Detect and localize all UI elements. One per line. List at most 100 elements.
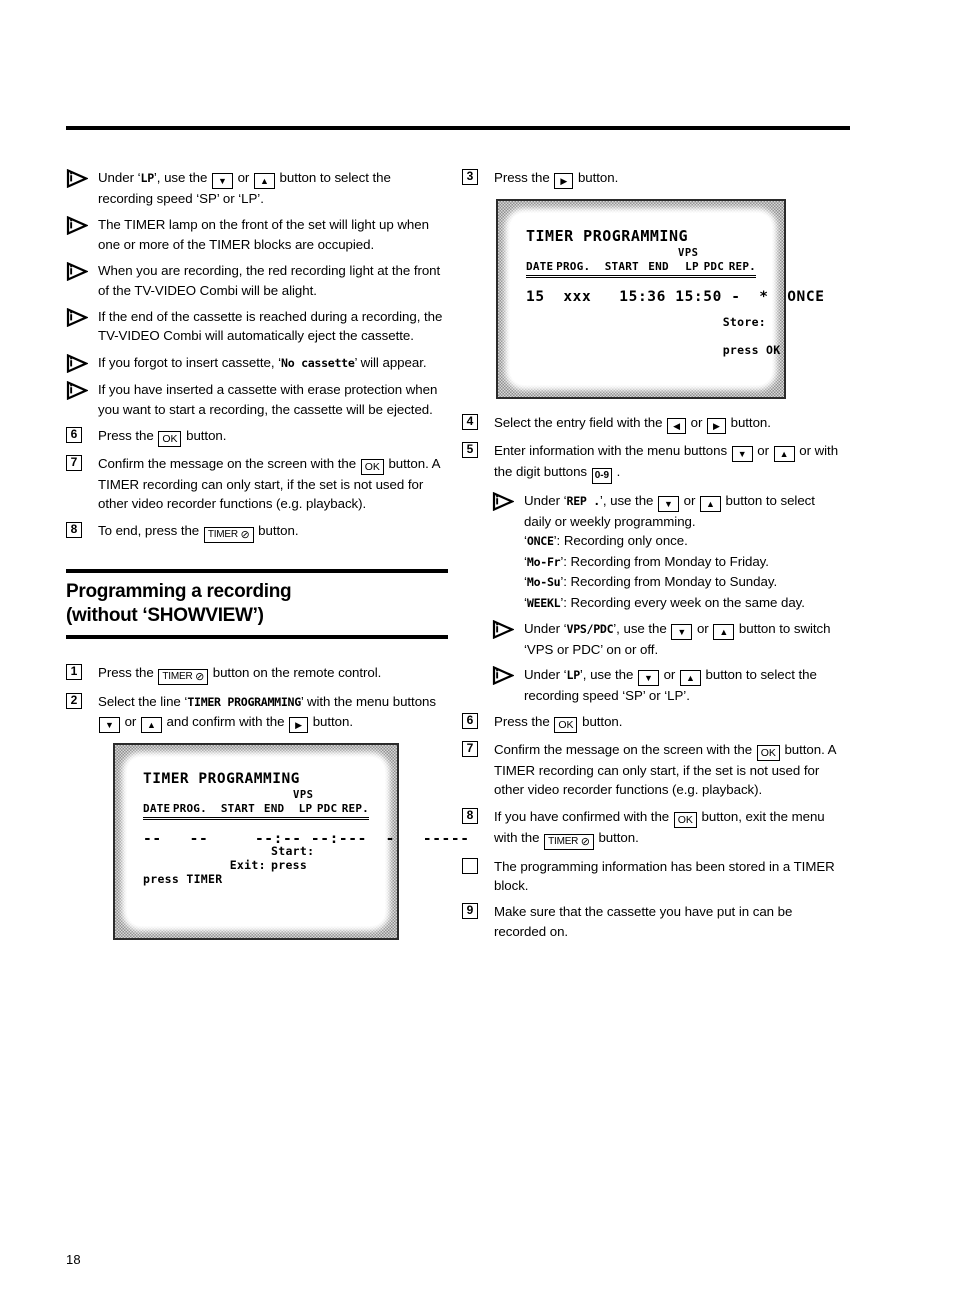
osd-term: Mo-Su [526, 575, 561, 590]
osd-title: TIMER PROGRAMMING [143, 771, 300, 788]
info-bullet-icon [66, 307, 98, 328]
key-up-icon[interactable]: ▲ [699, 496, 721, 512]
step-number-badge: 8 [66, 521, 82, 538]
key-down-icon[interactable]: ▼ [638, 670, 659, 687]
section-heading-block: Programming a recording (without ‘SHOWVI… [66, 568, 448, 639]
page-title: Programming a recording (without ‘SHOWVI… [66, 573, 448, 635]
osd-term: ONCE [526, 534, 554, 549]
key-down-icon[interactable]: ▼ [658, 496, 679, 512]
right-column: 3 Press the ▶ button. TIMER PROGRAMMING V… [462, 168, 844, 948]
left-column: Under ‘LP’, use the ▼ or ▲ button to sel… [66, 168, 469, 941]
osd-footer: Store: press OK [636, 301, 780, 371]
info-arrow-glyph [492, 666, 514, 686]
step-text: If you have confirmed with the OK button… [494, 808, 825, 850]
key-up-icon[interactable]: ▲ [679, 670, 701, 687]
key-ok-icon[interactable]: OK [554, 716, 578, 733]
note-item: Under ‘LP’, use the ▼ or ▲ button to sel… [66, 168, 448, 208]
key-digits-icon[interactable]: 0-9 [591, 468, 612, 484]
key-right-icon[interactable]: ▶ [554, 173, 574, 189]
step-number-badge: 7 [462, 740, 478, 757]
right-steps-list: 4 Select the entry field with the ◀ or ▶ … [462, 413, 844, 941]
step-item: 6 Press the OK button. [462, 712, 844, 733]
osd-term: LP [566, 668, 581, 683]
step-item: 4 Select the entry field with the ◀ or ▶ … [462, 413, 844, 434]
key-timer-icon[interactable]: TIMER ⊘ [203, 526, 254, 543]
page-top-rule [66, 126, 850, 130]
osd-figure-filled-timer-list: TIMER PROGRAMMING VPS DATE PROG. START E… [496, 199, 824, 399]
step-number-5: 5 [462, 441, 494, 458]
key-timer-icon[interactable]: TIMER ⊘ [158, 668, 209, 685]
step-number-8: 8 [462, 807, 494, 824]
key-ok-icon[interactable]: OK [673, 811, 697, 828]
key-ok-icon[interactable]: OK [756, 744, 780, 761]
osd-col-date: DATE [526, 260, 554, 273]
osd-figure-empty-timer-list: TIMER PROGRAMMING VPS DATE PROG. START E… [113, 743, 469, 941]
key-ok-icon[interactable]: OK [360, 459, 384, 476]
key-right-icon[interactable]: ▶ [289, 717, 309, 734]
key-ok-icon[interactable]: OK [158, 431, 182, 448]
osd-col-date: DATE [143, 802, 171, 816]
info-arrow-glyph [66, 353, 88, 373]
info-bullet-icon [66, 261, 98, 282]
osd-screen: TIMER PROGRAMMING VPS DATE PROG. START E… [510, 213, 824, 385]
note-item: Under ‘VPS/PDC’, use the ▼ or ▲ button t… [462, 619, 844, 659]
info-arrow-glyph [492, 620, 514, 640]
osd-col-end: END [263, 802, 285, 816]
step-number-2: 2 [66, 692, 98, 709]
note-item: If you have inserted a cassette with era… [66, 380, 448, 419]
key-timer-icon[interactable]: TIMER ⊘ [544, 833, 594, 850]
step-item: 3 Press the ▶ button. [462, 168, 844, 189]
osd-vps-label: VPS [293, 789, 314, 802]
key-down-icon[interactable]: ▼ [99, 717, 120, 734]
tv-bezel-inner: TIMER PROGRAMMING VPS DATE PROG. START E… [510, 213, 824, 385]
osd-footer-store-line1: Store: [722, 315, 767, 329]
step-text: Under ‘REP .’, use the ▼ or ▲ button to … [524, 493, 815, 610]
step-text: The programming information has been sto… [494, 858, 835, 894]
osd-footer-start: Start: press [271, 844, 314, 872]
key-up-icon[interactable]: ▲ [773, 446, 795, 462]
osd-term: TIMER PROGRAMMING [187, 694, 301, 709]
heading-line-1: Programming a recording [66, 580, 292, 602]
manual-page: Under ‘LP’, use the ▼ or ▲ button to sel… [0, 0, 954, 1302]
step-number-badge: 6 [66, 427, 82, 444]
key-down-icon[interactable]: ▼ [212, 173, 233, 189]
key-down-icon[interactable]: ▼ [731, 446, 753, 462]
step-number-3: 3 [462, 168, 494, 185]
osd-footer-start-line2: press [271, 858, 308, 873]
step-item: 7 Confirm the message on the screen with … [66, 454, 448, 514]
key-right-icon[interactable]: ▶ [707, 418, 726, 434]
key-up-icon[interactable]: ▲ [253, 173, 275, 189]
step-text: Press the OK button. [98, 428, 227, 448]
osd-col-rep: REP. [728, 260, 756, 273]
step-number-6: 6 [66, 426, 98, 444]
osd-footer-exit: Exit: press TIMER [143, 858, 266, 886]
step-item: The programming information has been sto… [462, 857, 844, 896]
step-number-8: 8 [66, 521, 98, 538]
clock-icon: ⊘ [580, 835, 590, 848]
key-down-icon[interactable]: ▼ [671, 624, 693, 641]
step-text: Enter information with the menu buttons … [494, 441, 844, 484]
key-up-icon[interactable]: ▲ [713, 624, 735, 641]
info-bullet-icon [492, 619, 524, 640]
osd-col-end: END [648, 260, 669, 273]
osd-term: WEEKL [526, 595, 561, 610]
step-text: Confirm the message on the screen with t… [494, 741, 836, 798]
info-arrow-glyph [66, 216, 88, 236]
page-number: 18 [66, 1252, 81, 1267]
step-number-badge: 4 [462, 414, 478, 430]
osd-term: REP . [566, 494, 601, 508]
info-bullet-icon [66, 215, 98, 236]
key-left-icon[interactable]: ◀ [667, 418, 687, 434]
step-number-7: 7 [66, 454, 98, 472]
key-up-icon[interactable]: ▲ [140, 717, 162, 734]
step-text: Under ‘LP’, use the ▼ or ▲ button to sel… [98, 170, 391, 206]
step-item: 9 Make sure that the cassette you have pu… [462, 902, 844, 941]
step-text: When you are recording, the red recordin… [98, 263, 441, 298]
step-item: 8 If you have confirmed with the OK butto… [462, 807, 844, 850]
step-number-4: 4 [462, 413, 494, 430]
info-bullet-icon [66, 353, 98, 373]
step-text: Make sure that the cassette you have put… [494, 904, 793, 939]
note-item: If you forgot to insert cassette, ‘No ca… [66, 353, 448, 373]
osd-title: TIMER PROGRAMMING [526, 227, 689, 245]
note-item: When you are recording, the red recordin… [66, 261, 448, 300]
